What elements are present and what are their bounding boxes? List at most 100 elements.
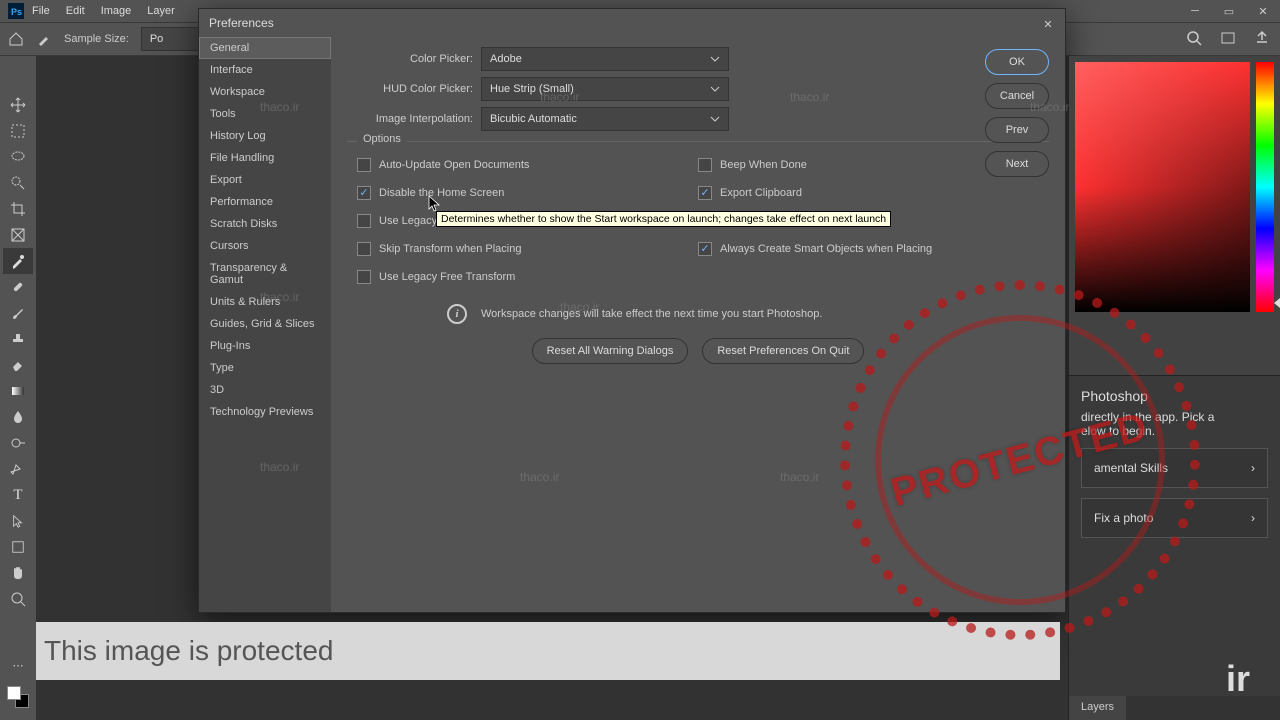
maximize-button[interactable]: ▭: [1212, 0, 1246, 22]
checkbox[interactable]: [357, 214, 371, 228]
select-colorpicker[interactable]: Adobe: [481, 47, 729, 71]
gradient-tool[interactable]: [3, 378, 33, 404]
checkbox-label: Auto-Update Open Documents: [379, 159, 529, 171]
menu-edit[interactable]: Edit: [58, 5, 93, 17]
tab-layers[interactable]: Layers: [1069, 696, 1126, 720]
learn-panel: Photoshop directly in the app. Pick aelo…: [1069, 376, 1280, 550]
workspace-note: Workspace changes will take effect the n…: [481, 308, 822, 320]
sidebar-item-tools[interactable]: Tools: [199, 103, 331, 125]
sample-size-select[interactable]: Po: [141, 27, 201, 51]
options-group-title: Options: [357, 133, 407, 145]
chevron-down-icon: [710, 84, 720, 94]
learn-card-fix[interactable]: Fix a photo›: [1081, 498, 1268, 538]
blur-tool[interactable]: [3, 404, 33, 430]
ok-button[interactable]: OK: [985, 49, 1049, 75]
sample-size-label: Sample Size:: [64, 33, 129, 45]
brush-tool[interactable]: [3, 300, 33, 326]
healing-tool[interactable]: [3, 274, 33, 300]
info-icon: i: [447, 304, 467, 324]
sidebar-item-plug-ins[interactable]: Plug-Ins: [199, 335, 331, 357]
select-hudcolorpicker[interactable]: Hue Strip (Small): [481, 77, 729, 101]
app-logo-icon: Ps: [8, 3, 24, 19]
sidebar-item-general[interactable]: General: [199, 37, 331, 59]
frame-tool[interactable]: [3, 222, 33, 248]
sidebar-item-workspace[interactable]: Workspace: [199, 81, 331, 103]
checkbox-label: Use Legacy Free Transform: [379, 271, 515, 283]
sidebar-item-performance[interactable]: Performance: [199, 191, 331, 213]
menu-image[interactable]: Image: [93, 5, 140, 17]
close-window-button[interactable]: ✕: [1246, 0, 1280, 22]
minimize-button[interactable]: ─: [1178, 0, 1212, 22]
checkbox-label: Beep When Done: [720, 159, 807, 171]
pen-tool[interactable]: [3, 456, 33, 482]
chevron-down-icon: [710, 54, 720, 64]
field-label: HUD Color Picker:: [347, 83, 481, 95]
hand-tool[interactable]: [3, 560, 33, 586]
stamp-tool[interactable]: [3, 326, 33, 352]
path-select-tool[interactable]: [3, 508, 33, 534]
marquee-tool[interactable]: [3, 118, 33, 144]
protected-banner: This image is protected: [36, 622, 1060, 680]
foreground-background-swatch[interactable]: [7, 686, 29, 708]
eraser-tool[interactable]: [3, 352, 33, 378]
share-icon[interactable]: [1254, 30, 1270, 49]
home-icon[interactable]: [8, 31, 24, 47]
sidebar-item-transparency-gamut[interactable]: Transparency & Gamut: [199, 257, 331, 291]
checkbox[interactable]: [357, 158, 371, 172]
cursor-pointer-icon: [428, 195, 442, 213]
sidebar-item-cursors[interactable]: Cursors: [199, 235, 331, 257]
sidebar-item-export[interactable]: Export: [199, 169, 331, 191]
select-imageinterpolation[interactable]: Bicubic Automatic: [481, 107, 729, 131]
checkbox-label: Skip Transform when Placing: [379, 243, 521, 255]
zoom-tool[interactable]: [3, 586, 33, 612]
close-icon[interactable]: ✕: [1039, 15, 1057, 33]
hue-slider[interactable]: [1256, 62, 1274, 312]
move-tool[interactable]: [3, 92, 33, 118]
sidebar-item-scratch-disks[interactable]: Scratch Disks: [199, 213, 331, 235]
tool-strip: T ⋯: [0, 56, 36, 720]
menu-file[interactable]: File: [24, 5, 58, 17]
next-button[interactable]: Next: [985, 151, 1049, 177]
checkbox[interactable]: [357, 242, 371, 256]
edit-toolbar[interactable]: ⋯: [3, 652, 33, 678]
prev-button[interactable]: Prev: [985, 117, 1049, 143]
learn-card-skills[interactable]: amental Skills›: [1081, 448, 1268, 488]
sidebar-item-type[interactable]: Type: [199, 357, 331, 379]
preferences-dialog: Preferences ✕ GeneralInterfaceWorkspaceT…: [198, 8, 1066, 613]
sidebar-item-technology-previews[interactable]: Technology Previews: [199, 401, 331, 423]
sidebar-item-file-handling[interactable]: File Handling: [199, 147, 331, 169]
sidebar-item--d[interactable]: 3D: [199, 379, 331, 401]
sidebar-item-units-rulers[interactable]: Units & Rulers: [199, 291, 331, 313]
field-label: Image Interpolation:: [347, 113, 481, 125]
sidebar-item-guides-grid-slices[interactable]: Guides, Grid & Slices: [199, 313, 331, 335]
checkbox[interactable]: [357, 186, 371, 200]
checkbox[interactable]: [698, 158, 712, 172]
crop-tool[interactable]: [3, 196, 33, 222]
eyedropper-tool-icon[interactable]: [36, 31, 52, 47]
checkbox-label: Export Clipboard: [720, 187, 802, 199]
shape-tool[interactable]: [3, 534, 33, 560]
sidebar-item-interface[interactable]: Interface: [199, 59, 331, 81]
color-panel: [1069, 56, 1280, 376]
color-field[interactable]: [1075, 62, 1250, 312]
cancel-button[interactable]: Cancel: [985, 83, 1049, 109]
dialog-title: Preferences: [199, 9, 1065, 37]
eyedropper-tool[interactable]: [3, 248, 33, 274]
sidebar-item-history-log[interactable]: History Log: [199, 125, 331, 147]
checkbox[interactable]: [357, 270, 371, 284]
arrange-icon[interactable]: [1220, 30, 1236, 49]
checkbox-label: Use Legacy: [379, 215, 437, 227]
reset-prefs-button[interactable]: Reset Preferences On Quit: [702, 338, 864, 364]
dodge-tool[interactable]: [3, 430, 33, 456]
quick-select-tool[interactable]: [3, 170, 33, 196]
type-tool[interactable]: T: [3, 482, 33, 508]
search-icon[interactable]: [1186, 30, 1202, 49]
chevron-right-icon: ›: [1251, 511, 1255, 525]
lasso-tool[interactable]: [3, 144, 33, 170]
right-panels: Photoshop directly in the app. Pick aelo…: [1068, 56, 1280, 720]
checkbox[interactable]: [698, 186, 712, 200]
field-label: Color Picker:: [347, 53, 481, 65]
reset-warnings-button[interactable]: Reset All Warning Dialogs: [532, 338, 689, 364]
menu-layer[interactable]: Layer: [139, 5, 183, 17]
checkbox[interactable]: [698, 242, 712, 256]
